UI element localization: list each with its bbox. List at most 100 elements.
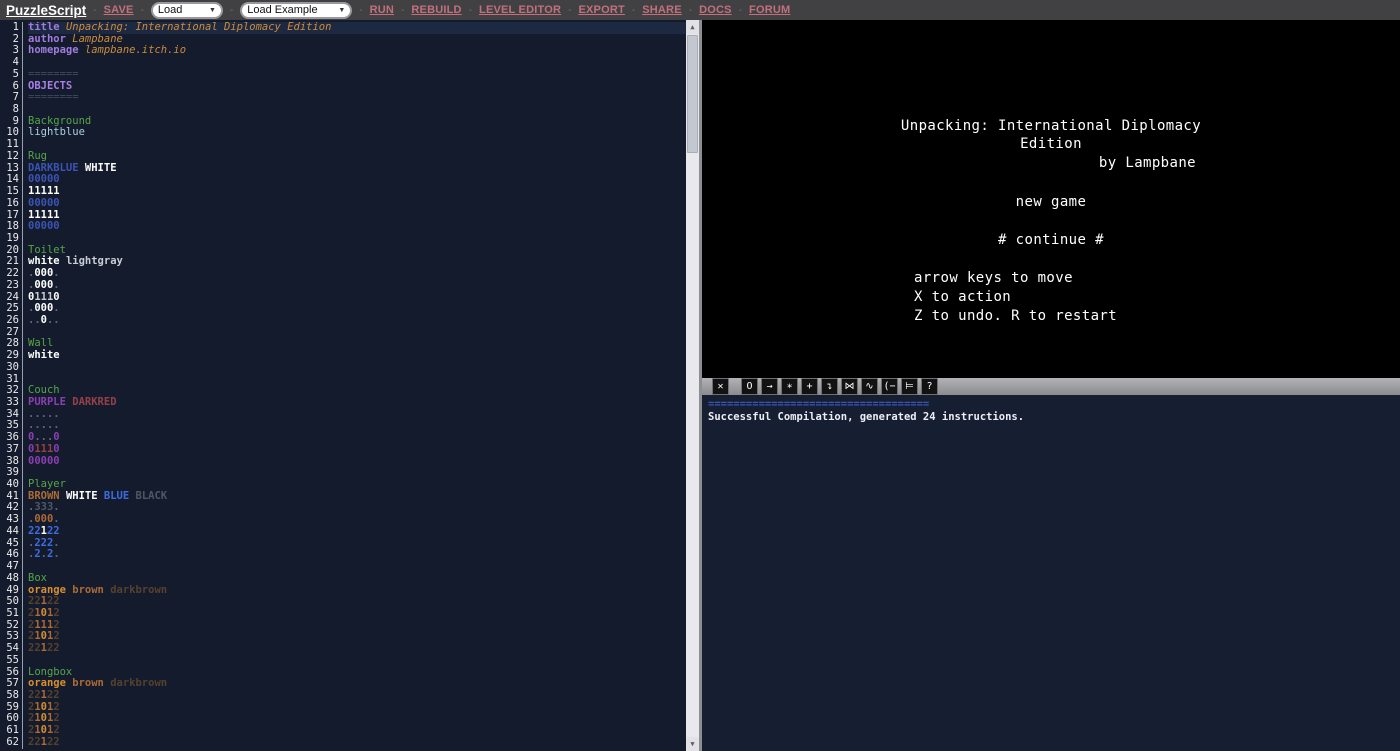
console-divider: ===================================	[708, 398, 1400, 411]
game-screen[interactable]: Unpacking: International Diplomacy Editi…	[702, 20, 1400, 378]
code-line-58: 5822122	[0, 690, 686, 702]
code-editor[interactable]: 1title Unpacking: International Diplomac…	[0, 20, 702, 751]
code-area[interactable]: 1title Unpacking: International Diplomac…	[0, 22, 686, 751]
code-line-42: 42.333.	[0, 502, 686, 514]
code-line-text: ..0..	[28, 315, 686, 327]
code-line-text: homepage lampbane.itch.io	[28, 45, 686, 57]
code-line-text: 22122	[28, 737, 686, 749]
toolbar-link-docs[interactable]: DOCS	[699, 4, 732, 16]
code-line-text	[28, 561, 686, 573]
toolbar-separator: -	[401, 5, 404, 16]
scrollbar-thumb[interactable]	[687, 35, 698, 153]
code-line-7: 7========	[0, 92, 686, 104]
code-line-text: Rug	[28, 151, 686, 163]
code-line-15: 1511111	[0, 186, 686, 198]
sound-cross-button[interactable]: ⋈	[841, 378, 858, 395]
code-line-text: .000.	[28, 303, 686, 315]
scroll-up-button[interactable]: ▲	[686, 20, 699, 34]
code-line-43: 43.000.	[0, 514, 686, 526]
code-line-text: .000.	[28, 280, 686, 292]
code-line-text: 22122	[28, 526, 686, 538]
game-title-line2: Edition	[702, 136, 1400, 152]
code-line-36: 360...0	[0, 432, 686, 444]
toolbar-link-share[interactable]: SHARE	[642, 4, 682, 16]
load-example-select[interactable]: Load Example ▼	[240, 2, 352, 19]
code-line-27: 27	[0, 327, 686, 339]
sound-circle-button[interactable]: O	[741, 378, 758, 395]
toolbar-separator: -	[739, 5, 742, 16]
code-line-8: 8	[0, 104, 686, 116]
load-example-select-value: Load Example	[247, 4, 317, 16]
sound-plus-button[interactable]: +	[801, 378, 818, 395]
console-message: Successful Compilation, generated 24 ins…	[708, 411, 1400, 424]
line-number: 23	[0, 280, 23, 292]
code-line-23: 23 .000.	[0, 280, 686, 292]
code-line-11: 11	[0, 139, 686, 151]
line-number: 19	[0, 233, 23, 245]
toolbar-separator: -	[230, 5, 233, 16]
puzzlescript-logo[interactable]: PuzzleScript	[6, 3, 86, 18]
toolbar-link-export[interactable]: EXPORT	[578, 4, 624, 16]
code-line-37: 3701110	[0, 444, 686, 456]
game-instructions: arrow keys to moveX to actionZ to undo. …	[914, 269, 1117, 326]
sound-random-button[interactable]: ?	[921, 378, 938, 395]
line-number: 5	[0, 69, 23, 81]
load-select[interactable]: Load ▼	[151, 2, 223, 19]
code-line-text: 22122	[28, 596, 686, 608]
code-line-62: 62 22122	[0, 737, 686, 749]
code-line-54: 5422122	[0, 643, 686, 655]
toolbar-link-rebuild[interactable]: REBUILD	[411, 4, 461, 16]
code-line-text	[28, 362, 686, 374]
sound-arrow-button[interactable]: →	[761, 378, 778, 395]
toolbar-separator: -	[359, 5, 362, 16]
toolbar-link-level-editor[interactable]: LEVEL EDITOR	[479, 4, 561, 16]
close-icon[interactable]: ✕	[712, 378, 729, 395]
line-number: 26	[0, 315, 23, 327]
code-line-text: white	[28, 350, 686, 362]
code-line-text: 21012	[28, 702, 686, 714]
code-line-text: Wall	[28, 338, 686, 350]
sound-lines-button[interactable]: ⊨	[901, 378, 918, 395]
line-number: 62	[0, 737, 23, 749]
toolbar-link-run[interactable]: RUN	[370, 4, 394, 16]
toolbar-links: -RUN-REBUILD-LEVEL EDITOR-EXPORT-SHARE-D…	[359, 4, 790, 16]
code-line-47: 47	[0, 561, 686, 573]
code-line-text: title Unpacking: International Diplomacy…	[28, 22, 686, 34]
toolbar-link-forum[interactable]: FORUM	[749, 4, 790, 16]
code-line-29: 29white	[0, 350, 686, 362]
code-line-9: 9Background	[0, 116, 686, 128]
code-line-57: 57orange brown darkbrown	[0, 678, 686, 690]
code-line-13: 13DARKBLUE WHITE	[0, 163, 686, 175]
line-number: 33	[0, 397, 23, 409]
sound-swoosh-button[interactable]: ↴	[821, 378, 838, 395]
scroll-down-button[interactable]: ▼	[686, 737, 699, 751]
line-number: 48	[0, 573, 23, 585]
chevron-down-icon: ▼	[209, 7, 216, 14]
code-line-text: 01110	[28, 292, 686, 304]
code-line-text: .....	[28, 420, 686, 432]
code-line-45: 45.222.	[0, 538, 686, 550]
code-line-30: 30	[0, 362, 686, 374]
editor-scrollbar[interactable]: ▲ ▼	[686, 20, 699, 751]
save-button[interactable]: SAVE	[104, 4, 134, 16]
code-line-text: 00000	[28, 221, 686, 233]
sound-wave-button[interactable]: ∿	[861, 378, 878, 395]
line-number: 37	[0, 444, 23, 456]
code-line-60: 6021012	[0, 713, 686, 725]
code-line-text: .222.	[28, 538, 686, 550]
code-line-text: lightblue	[28, 127, 686, 139]
toolbar-separator: -	[632, 5, 635, 16]
code-line-35: 35.....	[0, 420, 686, 432]
sound-star-button[interactable]: ∗	[781, 378, 798, 395]
code-line-49: 49orange brown darkbrown	[0, 585, 686, 597]
code-line-text: 11111	[28, 186, 686, 198]
code-line-text	[28, 655, 686, 667]
code-line-text: 00000	[28, 174, 686, 186]
code-line-text	[28, 104, 686, 116]
code-line-text: .000.	[28, 514, 686, 526]
line-number: 16	[0, 198, 23, 210]
line-number: 7	[0, 92, 23, 104]
chevron-down-icon: ▼	[338, 7, 345, 14]
code-line-text: Toilet	[28, 245, 686, 257]
sound-paren-button[interactable]: (−	[881, 378, 898, 395]
